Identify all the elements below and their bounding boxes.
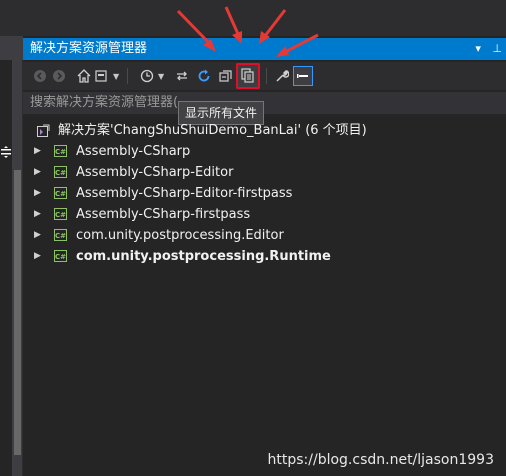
tree-item-label: com.unity.postprocessing.Runtime — [76, 249, 331, 264]
show-all-files-button[interactable] — [236, 63, 260, 89]
csharp-project-icon: C# — [54, 145, 67, 157]
watermark: https://blog.csdn.net/ljason1993 — [267, 452, 494, 468]
left-panel-header — [0, 36, 23, 85]
project-list: ▶ C# Assembly-CSharp ▶ C# Assembly-CSharp-Edi… — [23, 141, 506, 267]
expand-arrow-icon[interactable]: ▶ — [34, 141, 41, 162]
tree-item[interactable]: ▶ C# com.unity.postprocessing.Runtime — [23, 246, 506, 267]
switch-views-icon[interactable] — [93, 66, 111, 86]
chevron-down-icon[interactable]: ▼ — [113, 72, 119, 81]
tree-item-label: Assembly-CSharp-firstpass — [76, 207, 251, 222]
toolbar-separator — [127, 68, 128, 84]
csharp-project-icon: C# — [54, 187, 67, 199]
window: 解决方案资源管理器 ▾ ⊥ ▼ ▼ 搜索解决方案资源管理器(显示所有文件 解决… — [0, 0, 506, 476]
sync-icon[interactable] — [173, 66, 191, 86]
csharp-project-icon: C# — [54, 250, 67, 262]
expand-arrow-icon[interactable]: ▶ — [34, 225, 41, 246]
splitter-icon[interactable] — [0, 146, 12, 160]
tree-item-label: Assembly-CSharp — [76, 144, 191, 159]
search-placeholder: 搜索解决方案资源管理器( — [30, 95, 179, 110]
history-icon[interactable] — [138, 66, 156, 86]
home-icon[interactable] — [75, 66, 93, 86]
expand-arrow-icon[interactable]: ▶ — [34, 183, 41, 204]
collapse-all-icon[interactable] — [217, 66, 235, 86]
solution-node[interactable]: 解决方案'ChangShuShuiDemo_BanLai' (6 个项目) — [23, 120, 506, 141]
solution-tree: 解决方案'ChangShuShuiDemo_BanLai' (6 个项目) ▶ C… — [23, 120, 506, 267]
tree-item-label: Assembly-CSharp-Editor-firstpass — [76, 186, 293, 201]
expand-arrow-icon[interactable]: ▶ — [34, 204, 41, 225]
left-panel-body — [0, 60, 13, 476]
solution-icon — [37, 124, 50, 137]
scrollbar-thumb[interactable] — [14, 170, 21, 455]
csharp-project-icon: C# — [54, 229, 67, 241]
vertical-scrollbar[interactable] — [13, 60, 22, 476]
panel-titlebar: 解决方案资源管理器 ▾ ⊥ — [23, 38, 506, 60]
top-area — [23, 0, 506, 36]
csharp-project-icon: C# — [54, 166, 67, 178]
tree-item-label: Assembly-CSharp-Editor — [76, 165, 234, 180]
panel-title: 解决方案资源管理器 — [30, 41, 148, 56]
search-input[interactable]: 搜索解决方案资源管理器( — [23, 92, 506, 114]
panel-toolbar: ▼ ▼ — [23, 62, 506, 90]
show-all-files-icon — [241, 68, 254, 83]
back-icon[interactable] — [31, 66, 49, 86]
titlebar-icons: ▾ ⊥ — [467, 38, 502, 60]
tree-item[interactable]: ▶ C# Assembly-CSharp-Editor-firstpass — [23, 183, 506, 204]
forward-icon[interactable] — [50, 66, 68, 86]
tree-item-label: com.unity.postprocessing.Editor — [76, 228, 284, 243]
tree-item[interactable]: ▶ C# Assembly-CSharp-firstpass — [23, 204, 506, 225]
pin-icon[interactable]: ⊥ — [492, 38, 502, 60]
preview-icon[interactable] — [293, 66, 313, 86]
left-top-area — [0, 0, 23, 36]
expand-arrow-icon[interactable]: ▶ — [34, 162, 41, 183]
tree-item[interactable]: ▶ C# Assembly-CSharp — [23, 141, 506, 162]
chevron-down-icon[interactable]: ▼ — [158, 72, 164, 81]
tree-item[interactable]: ▶ C# Assembly-CSharp-Editor — [23, 162, 506, 183]
expand-arrow-icon[interactable]: ▶ — [34, 246, 41, 267]
refresh-icon[interactable] — [195, 66, 213, 86]
toolbar-separator — [266, 68, 267, 84]
csharp-project-icon: C# — [54, 208, 67, 220]
left-side-panel — [0, 0, 23, 476]
solution-explorer-panel: 解决方案资源管理器 ▾ ⊥ ▼ ▼ 搜索解决方案资源管理器(显示所有文件 解决… — [23, 36, 506, 476]
dropdown-icon[interactable]: ▾ — [475, 38, 481, 60]
solution-label: 解决方案'ChangShuShuiDemo_BanLai' (6 个项目) — [58, 123, 367, 138]
properties-icon[interactable] — [273, 66, 291, 86]
tree-item[interactable]: ▶ C# com.unity.postprocessing.Editor — [23, 225, 506, 246]
